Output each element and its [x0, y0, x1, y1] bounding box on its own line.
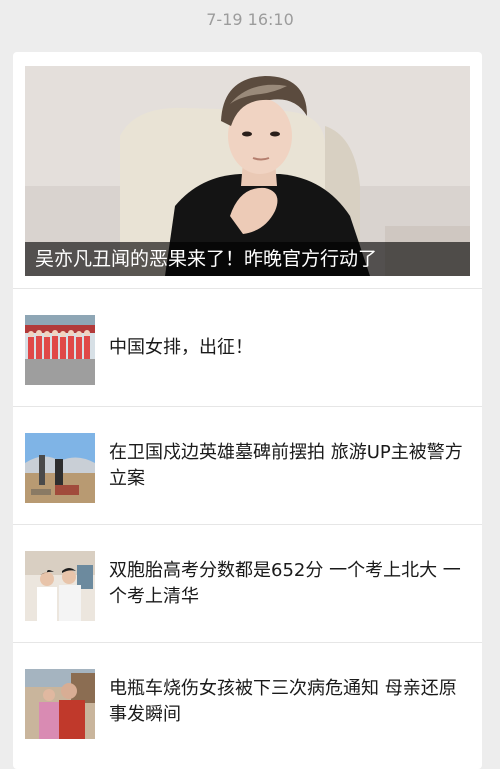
article-thumbnail	[25, 433, 95, 503]
article-title: 双胞胎高考分数都是652分 一个考上北大 一个考上清华	[109, 560, 461, 607]
hero-title: 吴亦凡丑闻的恶果来了！昨晚官方行动了	[25, 242, 470, 276]
article-title: 电瓶车烧伤女孩被下三次病危通知 母亲还原事发瞬间	[109, 678, 457, 725]
article-thumbnail	[25, 315, 95, 385]
list-item[interactable]: 双胞胎高考分数都是652分 一个考上北大 一个考上清华	[13, 524, 482, 642]
article-title: 中国女排，出征！	[109, 337, 253, 358]
article-title: 在卫国戍边英雄墓碑前摆拍 旅游UP主被警方立案	[109, 442, 463, 489]
article-thumbnail	[25, 551, 95, 621]
hero-article[interactable]: 吴亦凡丑闻的恶果来了！昨晚官方行动了	[25, 66, 470, 276]
list-item[interactable]: 中国女排，出征！	[13, 288, 482, 406]
news-card: 吴亦凡丑闻的恶果来了！昨晚官方行动了 中国女排，出征！ 在卫国戍边英雄墓碑前摆拍…	[13, 52, 482, 769]
list-item[interactable]: 在卫国戍边英雄墓碑前摆拍 旅游UP主被警方立案	[13, 406, 482, 524]
list-item[interactable]: 电瓶车烧伤女孩被下三次病危通知 母亲还原事发瞬间	[13, 642, 482, 760]
article-thumbnail	[25, 669, 95, 739]
message-timestamp: 7-19 16:10	[206, 10, 294, 29]
